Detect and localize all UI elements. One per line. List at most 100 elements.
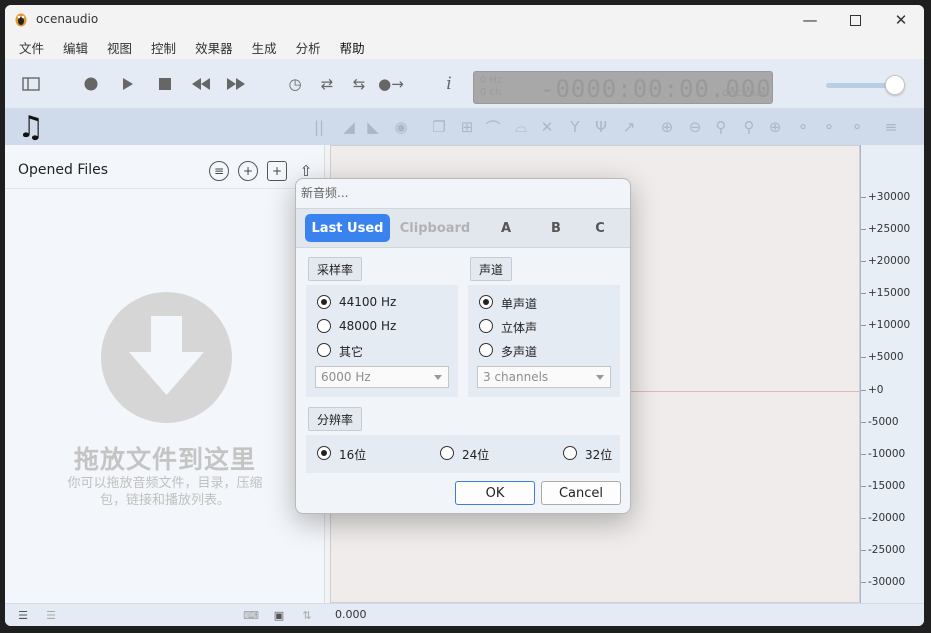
radio-16bit[interactable] [317, 446, 331, 460]
menu-analyze[interactable]: 分析 [296, 33, 321, 59]
ruler-tick: -20000 [868, 512, 906, 524]
custom-channels-select[interactable]: 3 channels [477, 366, 611, 388]
ruler-tickmark [861, 582, 866, 583]
cancel-button[interactable]: Cancel [541, 481, 621, 505]
speed-gauge-icon[interactable]: ◷ [283, 72, 307, 96]
gain-down-icon[interactable]: ⚬ [819, 117, 839, 137]
tab-a[interactable]: A [494, 214, 518, 242]
radio-48000[interactable] [317, 319, 331, 333]
ruler-tickmark [861, 550, 866, 551]
rewind-icon[interactable] [189, 72, 213, 96]
ruler-tick: +5000 [868, 351, 904, 363]
loop-selection-icon[interactable]: ⇆ [347, 72, 371, 96]
radio-multichannel[interactable] [479, 343, 493, 357]
image-icon[interactable]: ▣ [272, 608, 286, 622]
zoom-fit-icon[interactable]: ⚲ [739, 117, 759, 137]
maximize-button[interactable] [832, 7, 878, 33]
fade-in-icon[interactable]: ◢ [339, 117, 359, 137]
menu-effects[interactable]: 效果器 [195, 33, 233, 59]
keyboard-icon[interactable]: ⌨ [243, 608, 259, 622]
ruler-tickmark [861, 518, 866, 519]
curve-up-icon[interactable]: ⌒ [483, 117, 503, 137]
radio-16bit-label: 16位 [339, 448, 367, 462]
fast-forward-icon[interactable] [224, 72, 248, 96]
copy-icon[interactable]: ❐ [429, 117, 449, 137]
normalize-icon[interactable]: ◉ [391, 117, 411, 137]
custom-sample-rate-select[interactable]: 6000 Hz [315, 366, 449, 388]
add-file-icon[interactable]: + [238, 161, 258, 181]
opened-files-title: Opened Files [18, 162, 109, 178]
crossfade-icon[interactable]: ✕ [537, 117, 557, 137]
radio-stereo[interactable] [479, 319, 493, 333]
filter-icon[interactable]: ≡ [209, 161, 229, 181]
radio-24bit-label: 24位 [462, 448, 490, 462]
volume-slider-knob[interactable] [885, 75, 905, 95]
menu-control[interactable]: 控制 [151, 33, 176, 59]
lcd-sample-rate: 0 Hz 0 ch [480, 75, 502, 99]
loop-icon[interactable]: ⇄ [315, 72, 339, 96]
radio-32bit[interactable] [563, 446, 577, 460]
ruler-tickmark [861, 197, 866, 198]
add-region-icon[interactable]: ⊞ [457, 117, 477, 137]
opened-files-panel: Opened Files ≡ + + ⇧ 拖放文件到这里 你可以拖放音频文件，目… [5, 145, 325, 603]
channels-label: 声道 [470, 257, 512, 281]
sort-icon[interactable]: ⇅ [300, 608, 314, 622]
duplicate-icon[interactable]: + [267, 161, 287, 181]
tab-clipboard[interactable]: Clipboard [396, 214, 474, 242]
fade-out-icon[interactable]: ◣ [363, 117, 383, 137]
sidebar-toggle-icon[interactable] [19, 72, 43, 96]
ruler-tick: -5000 [868, 416, 899, 428]
lcd-ch-label: 0 ch [480, 87, 502, 98]
chevron-down-icon [596, 375, 604, 380]
ruler-tickmark [861, 486, 866, 487]
zoom-in-icon[interactable]: ⊕ [657, 117, 677, 137]
ramp-icon[interactable]: ↗ [619, 117, 639, 137]
ocenaudio-logo-icon [15, 13, 27, 27]
curve-down-icon[interactable]: ⌓ [511, 117, 531, 137]
radio-other-rate[interactable] [317, 343, 331, 357]
lcd-hz-label: 0 Hz [480, 75, 503, 86]
menu-file[interactable]: 文件 [19, 33, 44, 59]
list-view-icon[interactable]: ☰ [16, 608, 30, 622]
minimize-button[interactable]: — [787, 7, 833, 33]
gain-icon[interactable]: ⚬ [793, 117, 813, 137]
info-icon[interactable]: i [437, 72, 461, 96]
follow-playback-icon[interactable]: ●→ [378, 72, 404, 96]
zoom-out-icon[interactable]: ⊖ [685, 117, 705, 137]
ok-button[interactable]: OK [455, 481, 535, 505]
music-note-icon[interactable]: ♫ [9, 109, 53, 145]
tab-b[interactable]: B [544, 214, 568, 242]
levels-icon[interactable]: ≡ [881, 117, 901, 137]
radio-48000-label: 48000 Hz [339, 319, 397, 333]
tab-c[interactable]: C [588, 214, 612, 242]
radio-24bit[interactable] [440, 446, 454, 460]
menu-generate[interactable]: 生成 [252, 33, 277, 59]
tab-last-used[interactable]: Last Used [305, 214, 390, 242]
ruler-tick: +0 [868, 384, 884, 396]
stop-icon[interactable] [153, 72, 177, 96]
gain-up-icon[interactable]: ⚬ [847, 117, 867, 137]
ruler-tick: +10000 [868, 319, 911, 331]
radio-mono[interactable] [479, 295, 493, 309]
new-audio-dialog: 新音频... Last Used Clipboard A B C 采样率 441… [295, 178, 631, 514]
ruler-tickmark [861, 357, 866, 358]
radio-multichannel-label: 多声道 [501, 345, 538, 359]
radio-44100-label: 44100 Hz [339, 295, 397, 309]
split-icon[interactable]: Y [565, 117, 585, 137]
radio-44100[interactable] [317, 295, 331, 309]
custom-sample-rate-value: 6000 Hz [321, 370, 371, 384]
merge-icon[interactable]: Ψ [591, 117, 611, 137]
zoom-selection-icon[interactable]: ⚲ [711, 117, 731, 137]
amplitude-ruler: +30000 +25000 +20000 +15000 +10000 +5000… [860, 145, 924, 603]
close-button[interactable]: ✕ [878, 7, 924, 33]
menu-edit[interactable]: 编辑 [63, 33, 88, 59]
record-icon[interactable] [79, 72, 103, 96]
menu-view[interactable]: 视图 [107, 33, 132, 59]
ruler-tickmark [861, 293, 866, 294]
compact-view-icon[interactable]: ☰ [44, 608, 58, 622]
play-icon[interactable] [116, 72, 140, 96]
zoom-vertical-in-icon[interactable]: ⊕ [765, 117, 785, 137]
lcd-format[interactable]: decimal [722, 86, 765, 99]
menu-help[interactable]: 帮助 [340, 33, 365, 59]
maximize-icon [849, 14, 861, 26]
